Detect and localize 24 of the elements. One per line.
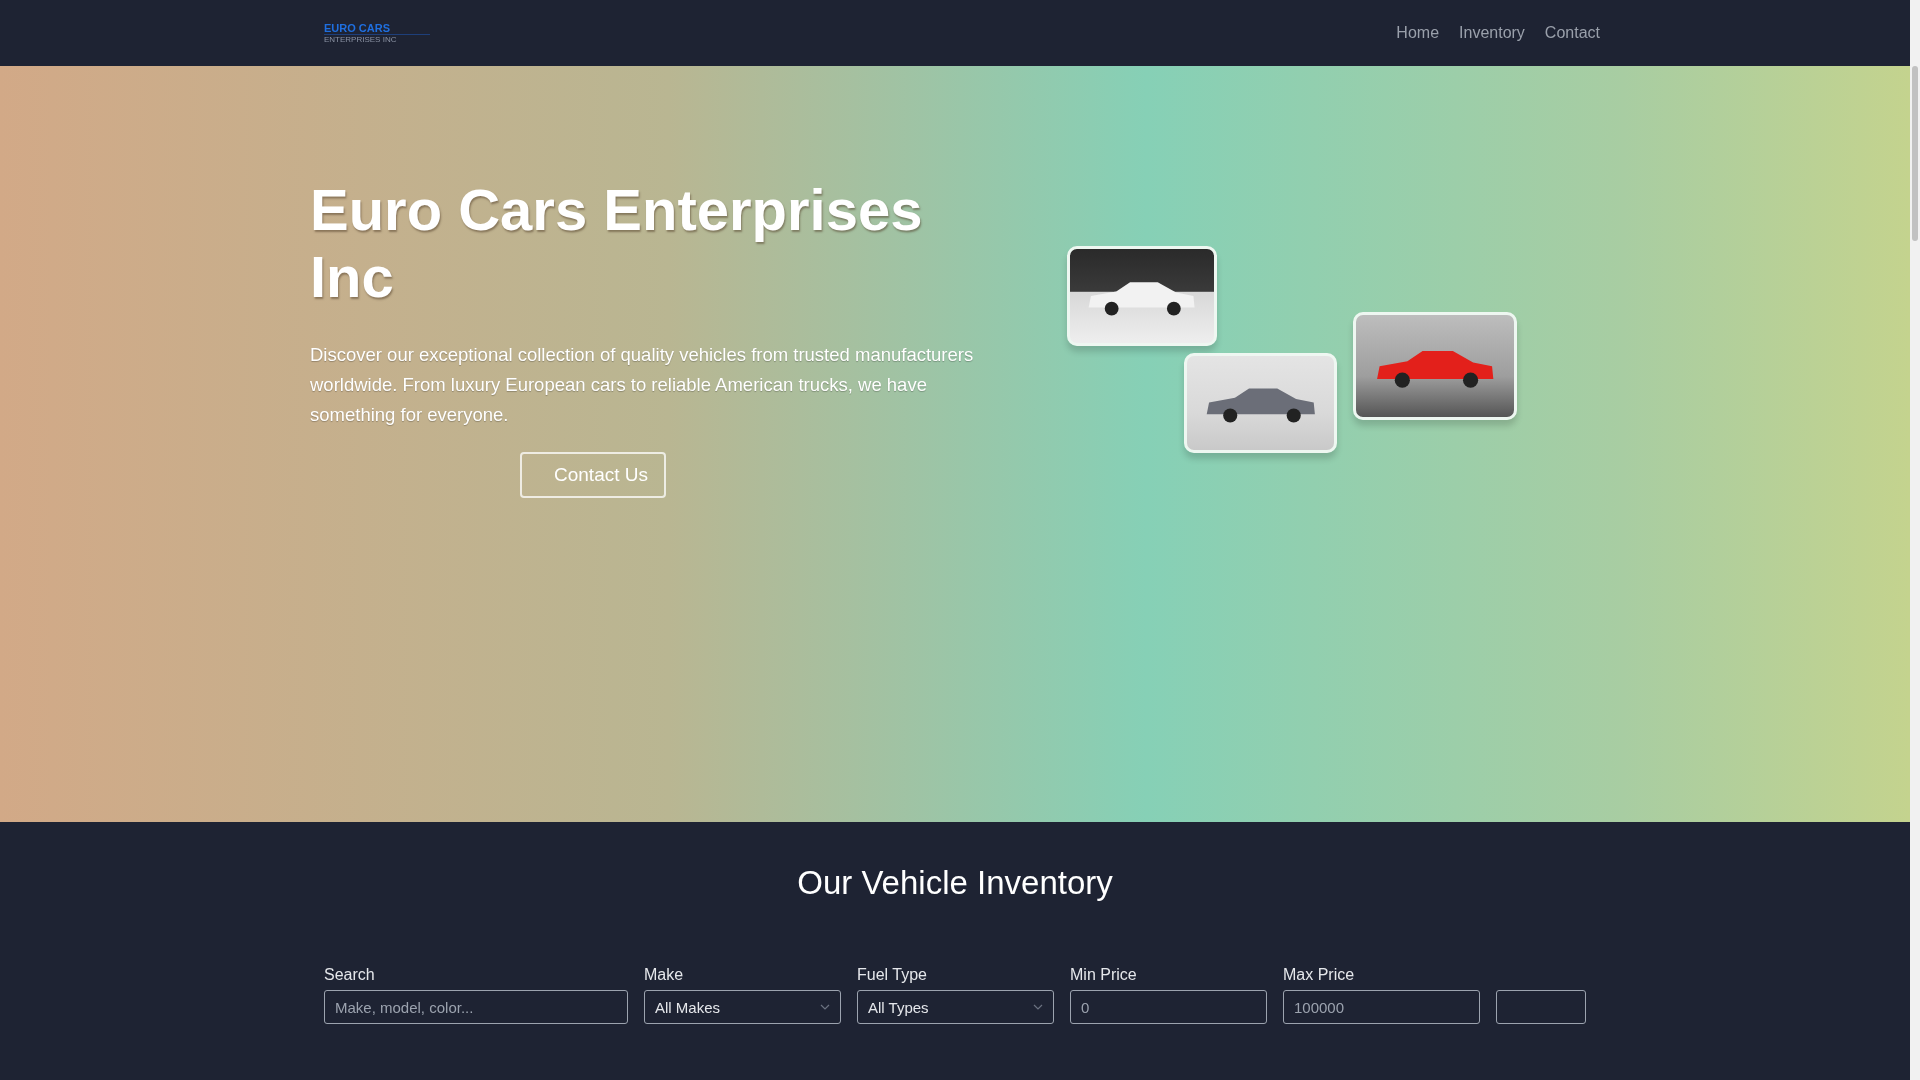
filter-dropdown[interactable]: All Types xyxy=(857,990,1054,1024)
filter-label: Make xyxy=(644,966,685,984)
logo[interactable]: EURO CARS ENTERPRISES INC xyxy=(310,22,430,44)
filter-input-field[interactable]: 100000 xyxy=(1283,990,1480,1024)
scrollbar[interactable] xyxy=(1910,0,1920,1080)
scrollbar-thumb[interactable] xyxy=(1912,66,1918,241)
filter-input-field[interactable]: 0 xyxy=(1070,990,1267,1024)
filter-label: Min Price xyxy=(1070,966,1138,984)
section-title: Our Vehicle Inventory xyxy=(797,864,1113,902)
nav-link[interactable]: Contact xyxy=(1544,24,1600,42)
filter-label: Search xyxy=(324,966,376,984)
nav-link[interactable]: Inventory xyxy=(1459,24,1525,42)
filter-dropdown[interactable]: All Makes xyxy=(644,990,841,1024)
hero-title: Euro Cars Enterprises Inc xyxy=(310,176,924,310)
logo-name: EURO CARS xyxy=(324,22,430,35)
filter-button[interactable] xyxy=(1496,990,1586,1024)
filter-input-field[interactable]: Make, model, color... xyxy=(324,990,628,1024)
hero-description: Discover our exceptional collection of quality vehicles from trusted manufacturers worldwide. From luxury European cars to reliable American trucks, we have something for everyone. xyxy=(310,343,975,427)
filter-label: Fuel Type xyxy=(857,966,928,984)
filter-label: Max Price xyxy=(1283,966,1356,984)
logo-subtitle: ENTERPRISES INC xyxy=(324,35,398,44)
chevron-down-icon xyxy=(820,1004,830,1010)
nav-link[interactable]: Home xyxy=(1396,24,1440,42)
chevron-down-icon xyxy=(1033,1004,1043,1010)
